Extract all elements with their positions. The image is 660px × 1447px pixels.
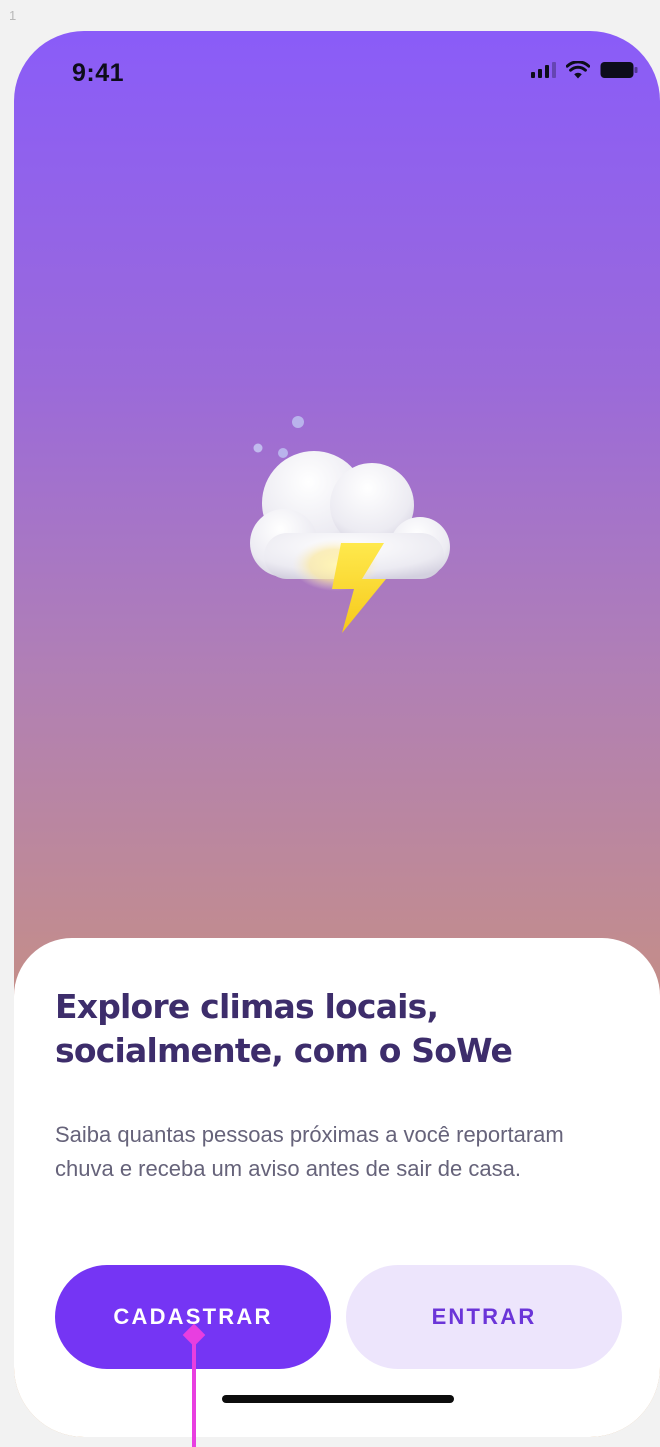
onboarding-headline: Explore climas locais, socialmente, com … [55, 985, 595, 1073]
storm-cloud-moon-icon [250, 415, 460, 633]
onboarding-description: Saiba quantas pessoas próximas a você re… [55, 1122, 564, 1181]
status-icons [531, 61, 638, 79]
prototype-connector-line [192, 1337, 196, 1447]
headline-line-1: Explore climas locais, [55, 987, 439, 1026]
status-time: 9:41 [72, 59, 125, 87]
onboarding-sheet: Explore climas locais, socialmente, com … [14, 938, 660, 1437]
battery-icon [600, 62, 638, 78]
signal-icon [531, 62, 556, 78]
headline-line-2: socialmente, com o SoWe [55, 1031, 513, 1070]
frame-label: 1 [9, 8, 17, 23]
login-button[interactable]: ENTRAR [346, 1265, 622, 1369]
home-indicator [222, 1395, 454, 1403]
wifi-icon [566, 61, 590, 79]
phone-screen: 9:41 Explore climas locais, socialmente,… [14, 31, 660, 1437]
